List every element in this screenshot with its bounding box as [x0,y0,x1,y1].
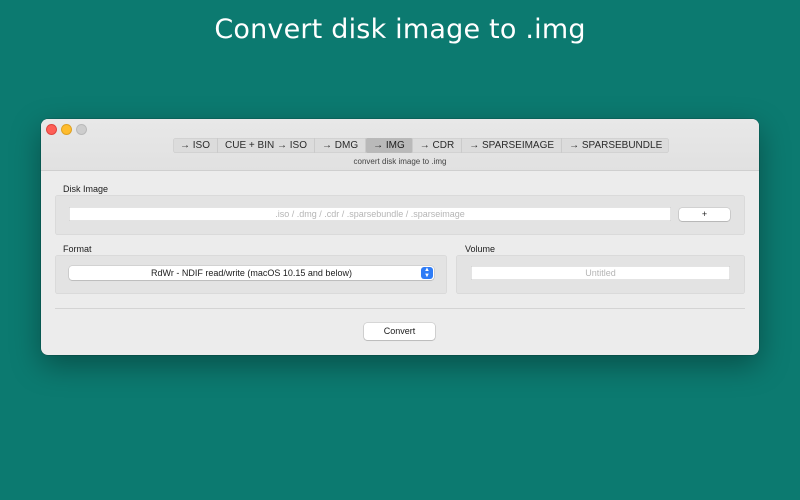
tab-to-dmg[interactable]: → DMG [315,138,367,153]
format-select-value: RdWr - NDIF read/write (macOS 10.15 and … [151,268,352,278]
window-titlebar: → ISO CUE + BIN → ISO → DMG → IMG → CDR … [41,119,759,171]
tab-to-img[interactable]: → IMG [366,138,413,153]
hero-title: Convert disk image to .img [214,14,586,45]
convert-button[interactable]: Convert [364,323,435,340]
conversion-tabs: → ISO CUE + BIN → ISO → DMG → IMG → CDR … [173,138,670,153]
minimize-window-icon[interactable] [61,124,72,135]
tab-to-cdr[interactable]: → CDR [413,138,463,153]
toolbar-subtitle: convert disk image to .img [353,157,447,166]
section-divider [55,308,745,309]
disk-image-input[interactable]: .iso / .dmg / .cdr / .sparsebundle / .sp… [69,207,671,221]
format-box: RdWr - NDIF read/write (macOS 10.15 and … [55,255,447,294]
tab-to-sparseimage[interactable]: → SPARSEIMAGE [462,138,563,153]
disk-image-label: Disk Image [63,184,109,194]
tab-to-sparsebundle[interactable]: → SPARSEBUNDLE [562,138,669,153]
zoom-window-icon[interactable] [76,124,87,135]
tab-to-iso[interactable]: → ISO [173,138,219,153]
close-window-icon[interactable] [46,124,57,135]
volume-box: Untitled [456,255,745,294]
app-window: → ISO CUE + BIN → ISO → DMG → IMG → CDR … [41,119,759,355]
volume-input[interactable]: Untitled [471,266,730,280]
format-select[interactable]: RdWr - NDIF read/write (macOS 10.15 and … [69,266,434,280]
format-label: Format [63,244,92,254]
tab-cue-bin-to-iso[interactable]: CUE + BIN → ISO [218,138,315,153]
disk-image-box: .iso / .dmg / .cdr / .sparsebundle / .sp… [55,195,745,235]
add-disk-image-button[interactable]: + [679,208,730,221]
chevron-up-down-icon: ▲ ▼ [421,267,433,279]
volume-label: Volume [465,244,496,254]
